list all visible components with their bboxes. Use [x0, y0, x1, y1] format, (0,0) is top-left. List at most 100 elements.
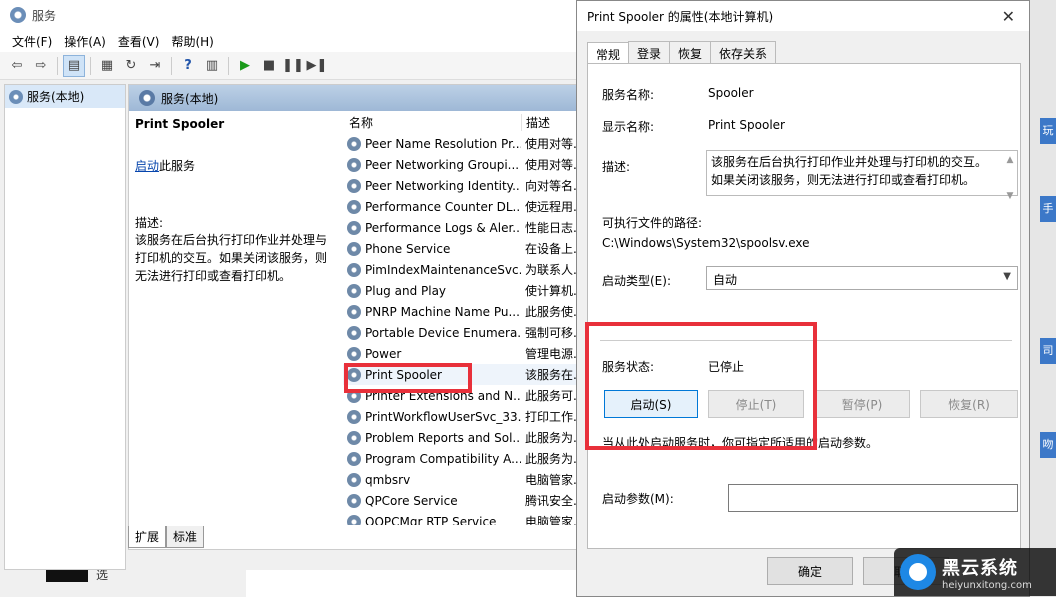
column-header-name[interactable]: ^ 名称 — [343, 111, 521, 131]
background-area — [246, 570, 580, 597]
service-description-panel: Print Spooler 启动此服务 描述: 该服务在后台执行打印作业并处理与… — [135, 117, 333, 285]
action-pane-icon[interactable]: ▥ — [201, 55, 223, 77]
watermark: 黑云系统 heiyunxitong.com — [894, 548, 1056, 596]
service-row[interactable]: Plug and Play 使计算机... — [343, 280, 581, 301]
service-row-desc: 使远程用... — [525, 200, 581, 214]
display-name-value: Print Spooler — [708, 118, 785, 132]
service-row-name: Performance Logs & Aler... — [343, 220, 521, 235]
watermark-main: 黑云系统 — [942, 557, 1018, 579]
service-row-desc: 该服务在... — [525, 368, 581, 382]
service-row[interactable]: Peer Networking Groupi... 使用对等... — [343, 154, 581, 175]
refresh-icon[interactable]: ↻ — [120, 55, 142, 77]
service-row[interactable]: Peer Networking Identity... 向对等名... — [343, 175, 581, 196]
service-row[interactable]: QPCore Service 腾讯安全... — [343, 490, 581, 511]
service-row-name-text: Plug and Play — [365, 283, 447, 298]
tab-recovery[interactable]: 恢复 — [669, 41, 712, 65]
tab-extended[interactable]: 扩展 — [128, 526, 167, 548]
tree-item-services-local[interactable]: 服务(本地) — [5, 85, 125, 108]
service-row[interactable]: Portable Device Enumera... 强制可移... — [343, 322, 581, 343]
tab-dependencies[interactable]: 依存关系 — [710, 41, 777, 65]
pause-icon[interactable]: ❚❚ — [282, 55, 304, 77]
service-row[interactable]: PimIndexMaintenanceSvc... 为联系人... — [343, 259, 581, 280]
console-tree: 服务(本地) — [4, 84, 126, 570]
service-row-desc: 电脑管家... — [525, 515, 581, 525]
service-row[interactable]: Power 管理电源... — [343, 343, 581, 364]
close-icon[interactable]: ✕ — [1002, 7, 1015, 26]
menu-file[interactable]: 文件(F) — [6, 33, 58, 50]
menu-help[interactable]: 帮助(H) — [165, 33, 219, 50]
start-param-input[interactable] — [728, 484, 1018, 512]
service-row-name: PimIndexMaintenanceSvc... — [343, 262, 521, 277]
path-value: C:\Windows\System32\spoolsv.exe — [602, 236, 810, 250]
gear-icon — [347, 304, 361, 319]
service-row[interactable]: Program Compatibility A... 此服务为... — [343, 448, 581, 469]
start-service-line: 启动此服务 — [135, 157, 333, 174]
service-row-desc: 强制可移... — [525, 326, 581, 340]
gear-icon — [347, 409, 361, 424]
properties-icon[interactable]: ▦ — [96, 55, 118, 77]
startup-type-select[interactable]: 自动 ▼ — [706, 266, 1018, 290]
service-row[interactable]: QQPCMgr RTP Service 电脑管家... — [343, 511, 581, 525]
service-row[interactable]: PrintWorkflowUserSvc_33... 打印工作... — [343, 406, 581, 427]
service-name-value: Spooler — [708, 86, 754, 100]
selected-service-name: Print Spooler — [135, 117, 225, 131]
gear-icon — [347, 514, 361, 525]
services-list: ^ 名称 描述 Peer Name Resolution Pr... 使用对等..… — [343, 111, 581, 525]
menu-bar: 文件(F) 操作(A) 查看(V) 帮助(H) — [0, 30, 579, 52]
service-row-name: Phone Service — [343, 241, 521, 256]
tab-logon[interactable]: 登录 — [628, 41, 671, 65]
list-header: ^ 名称 描述 — [343, 111, 581, 133]
service-row-desc: 性能日志... — [525, 221, 581, 235]
forward-arrow-icon[interactable]: ⇨ — [30, 55, 52, 77]
menu-view[interactable]: 查看(V) — [112, 33, 166, 50]
dialog-tabs: 常规 登录 恢复 依存关系 — [587, 41, 777, 66]
service-row[interactable]: Peer Name Resolution Pr... 使用对等... — [343, 133, 581, 154]
play-icon[interactable]: ▶ — [234, 55, 256, 77]
chevron-down-icon: ▼ — [1003, 271, 1011, 282]
resume-button[interactable]: 恢复(R) — [920, 390, 1018, 418]
service-row-desc: 使计算机... — [525, 284, 581, 298]
restart-icon[interactable]: ▶❚ — [306, 55, 328, 77]
service-row-name-text: QQPCMgr RTP Service — [365, 514, 497, 526]
service-row-name: QQPCMgr RTP Service — [343, 514, 521, 526]
service-row-name: Plug and Play — [343, 283, 521, 298]
watermark-text: 黑云系统 heiyunxitong.com — [942, 554, 1032, 591]
description-label: 描述: — [602, 160, 631, 174]
description-scrollbar[interactable]: ▲ ▼ — [1003, 151, 1017, 201]
dialog-title: Print Spooler 的属性(本地计算机) — [587, 9, 774, 24]
start-service-suffix: 此服务 — [159, 159, 196, 173]
ok-button[interactable]: 确定 — [767, 557, 853, 585]
path-label: 可执行文件的路径: — [602, 216, 703, 230]
service-row-name-text: QPCore Service — [365, 493, 458, 508]
service-row-desc: 腾讯安全... — [525, 494, 581, 508]
general-tab-body: 服务名称: Spooler 显示名称: Print Spooler 描述: 该服… — [587, 63, 1021, 549]
gear-icon — [347, 283, 361, 298]
service-row-name: Peer Networking Identity... — [343, 178, 521, 193]
service-row[interactable]: Performance Logs & Aler... 性能日志... — [343, 217, 581, 238]
menu-action[interactable]: 操作(A) — [58, 33, 112, 50]
export-icon[interactable]: ⇥ — [144, 55, 166, 77]
help-icon[interactable]: ? — [177, 55, 199, 77]
service-row[interactable]: Problem Reports and Sol... 此服务为... — [343, 427, 581, 448]
back-arrow-icon[interactable]: ⇦ — [6, 55, 28, 77]
tab-standard[interactable]: 标准 — [166, 526, 205, 548]
service-row[interactable]: Performance Counter DL... 使远程用... — [343, 196, 581, 217]
service-row-name: PrintWorkflowUserSvc_33... — [343, 409, 521, 424]
service-row-desc: 此服务使... — [525, 305, 581, 319]
gear-icon — [347, 199, 361, 214]
service-row-desc: 打印工作... — [525, 410, 581, 424]
description-value: 该服务在后台执行打印作业并处理与打印机的交互。如果关闭该服务，则无法进行打印或查… — [711, 155, 988, 187]
service-row-desc: 在设备上... — [525, 242, 581, 256]
service-row[interactable]: Phone Service 在设备上... — [343, 238, 581, 259]
service-row[interactable]: PNRP Machine Name Pu... 此服务使... — [343, 301, 581, 322]
console-tree-icon[interactable]: ▤ — [63, 54, 85, 77]
pause-button[interactable]: 暂停(P) — [814, 390, 910, 418]
service-row-name: PNRP Machine Name Pu... — [343, 304, 521, 319]
service-row[interactable]: qmbsrv 电脑管家... — [343, 469, 581, 490]
service-row-desc: 为联系人... — [525, 263, 581, 277]
stop-icon[interactable]: ■ — [258, 55, 280, 77]
toolbar-separator — [228, 56, 229, 75]
cloud-logo-icon — [900, 554, 936, 590]
column-header-desc[interactable]: 描述 — [521, 113, 581, 131]
start-service-link[interactable]: 启动 — [135, 159, 159, 173]
